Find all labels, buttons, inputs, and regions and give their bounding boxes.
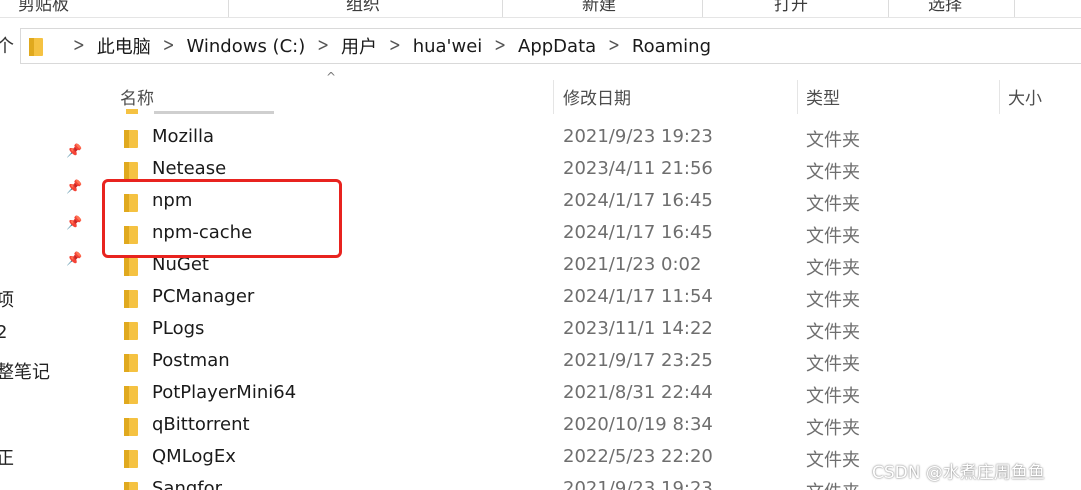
ribbon-divider bbox=[702, 0, 703, 17]
file-row[interactable]: Postman 2021/9/17 23:25 文件夹 bbox=[98, 346, 1081, 378]
arrow-up-icon[interactable]: 个 bbox=[0, 32, 14, 58]
breadcrumb-this-pc[interactable]: 此电脑 bbox=[97, 33, 151, 59]
folder-icon bbox=[124, 386, 138, 408]
nav-item-fragment[interactable]: 项 bbox=[0, 286, 14, 312]
file-type: 文件夹 bbox=[806, 354, 860, 375]
breadcrumb-user[interactable]: hua'wei bbox=[413, 36, 483, 57]
file-name[interactable]: Netease bbox=[152, 158, 226, 179]
file-modified-date: 2021/8/31 22:44 bbox=[563, 382, 713, 403]
folder-icon bbox=[124, 482, 138, 490]
ribbon-divider bbox=[1014, 0, 1015, 17]
chevron-right-icon[interactable]: > bbox=[163, 36, 175, 57]
pin-icon[interactable]: 📌 bbox=[66, 252, 82, 267]
sort-ascending-icon: ^ bbox=[326, 70, 337, 84]
watermark: CSDN @水煮庄周鱼鱼 bbox=[872, 463, 1045, 483]
file-type: 文件夹 bbox=[806, 322, 860, 343]
folder-icon bbox=[124, 290, 138, 312]
folder-icon bbox=[124, 418, 138, 440]
nav-item-fragment[interactable]: 2 bbox=[0, 322, 7, 343]
folder-icon bbox=[29, 38, 43, 60]
pin-icon[interactable]: 📌 bbox=[66, 216, 82, 231]
file-modified-date: 2021/9/23 19:23 bbox=[563, 478, 713, 490]
file-modified-date: 2023/4/11 21:56 bbox=[563, 158, 713, 179]
file-modified-date: 2022/5/23 22:20 bbox=[563, 446, 713, 467]
ribbon-group-select: 选择 bbox=[928, 0, 962, 15]
file-modified-date: 2024/1/17 16:45 bbox=[563, 190, 713, 211]
ribbon-group-new: 新建 bbox=[582, 0, 616, 15]
file-row[interactable]: PCManager 2024/1/17 11:54 文件夹 bbox=[98, 282, 1081, 314]
pin-icon[interactable]: 📌 bbox=[66, 180, 82, 195]
file-name[interactable]: Sangfor bbox=[152, 478, 222, 490]
file-name[interactable]: qBittorrent bbox=[152, 414, 250, 435]
file-type: 文件夹 bbox=[806, 418, 860, 439]
file-modified-date: 2024/1/17 16:45 bbox=[563, 222, 713, 243]
breadcrumb-drive[interactable]: Windows (C:) bbox=[186, 36, 305, 57]
chevron-right-icon[interactable]: > bbox=[73, 36, 85, 57]
breadcrumb-appdata[interactable]: AppData bbox=[518, 36, 596, 57]
file-type: 文件夹 bbox=[806, 450, 860, 471]
pin-icon[interactable]: 📌 bbox=[66, 144, 82, 159]
breadcrumb-users[interactable]: 用户 bbox=[341, 33, 377, 59]
file-name[interactable]: PCManager bbox=[152, 286, 254, 307]
chevron-right-icon[interactable]: > bbox=[494, 36, 506, 57]
file-modified-date: 2021/9/17 23:25 bbox=[563, 350, 713, 371]
file-type: 文件夹 bbox=[806, 162, 860, 183]
file-modified-date: 2021/9/23 19:23 bbox=[563, 126, 713, 147]
file-type: 文件夹 bbox=[806, 386, 860, 407]
file-name[interactable]: Postman bbox=[152, 350, 230, 371]
folder-icon bbox=[124, 450, 138, 472]
nav-item-fragment[interactable]: 正 bbox=[0, 444, 14, 470]
ribbon-group-organize: 组织 bbox=[346, 0, 380, 15]
file-name[interactable]: PotPlayerMini64 bbox=[152, 382, 296, 403]
file-modified-date: 2023/11/1 14:22 bbox=[563, 318, 713, 339]
folder-icon bbox=[124, 354, 138, 376]
file-modified-date: 2021/1/23 0:02 bbox=[563, 254, 702, 275]
file-name[interactable]: PLogs bbox=[152, 318, 204, 339]
column-divider[interactable] bbox=[553, 80, 554, 114]
file-type: 文件夹 bbox=[806, 478, 860, 490]
ribbon-divider bbox=[502, 0, 503, 17]
file-type: 文件夹 bbox=[806, 258, 860, 279]
nav-item-fragment[interactable]: 整笔记 bbox=[0, 358, 50, 384]
ribbon-group-open: 打开 bbox=[774, 0, 808, 15]
column-header-type[interactable]: 类型 bbox=[806, 84, 840, 116]
breadcrumb-roaming[interactable]: Roaming bbox=[632, 36, 711, 57]
file-type: 文件夹 bbox=[806, 194, 860, 215]
ribbon-divider bbox=[228, 0, 229, 17]
file-modified-date: 2020/10/19 8:34 bbox=[563, 414, 713, 435]
column-header-modified[interactable]: 修改日期 bbox=[563, 84, 631, 116]
chevron-right-icon[interactable]: > bbox=[317, 36, 329, 57]
file-modified-date: 2024/1/17 11:54 bbox=[563, 286, 713, 307]
folder-icon bbox=[124, 322, 138, 344]
file-name[interactable]: Mozilla bbox=[152, 126, 214, 147]
file-row[interactable]: PotPlayerMini64 2021/8/31 22:44 文件夹 bbox=[98, 378, 1081, 410]
file-row[interactable]: qBittorrent 2020/10/19 8:34 文件夹 bbox=[98, 410, 1081, 442]
navigation-pane: 📌 📌 📌 📌 项 2 整笔记 正 bbox=[0, 72, 98, 490]
column-divider[interactable] bbox=[797, 80, 798, 114]
address-box[interactable]: > 此电脑 > Windows (C:) > 用户 > hua'wei > Ap… bbox=[20, 28, 1081, 64]
chevron-right-icon[interactable]: > bbox=[608, 36, 620, 57]
file-row[interactable]: PLogs 2023/11/1 14:22 文件夹 bbox=[98, 314, 1081, 346]
address-bar: 个 > 此电脑 > Windows (C:) > 用户 > hua'wei > … bbox=[0, 28, 1081, 64]
file-type: 文件夹 bbox=[806, 226, 860, 247]
file-type: 文件夹 bbox=[806, 130, 860, 151]
file-name[interactable]: QMLogEx bbox=[152, 446, 236, 467]
chevron-right-icon[interactable]: > bbox=[389, 36, 401, 57]
file-row[interactable]: Mozilla 2021/9/23 19:23 文件夹 bbox=[98, 122, 1081, 154]
ribbon-divider bbox=[888, 0, 889, 17]
folder-icon bbox=[124, 130, 138, 152]
file-type: 文件夹 bbox=[806, 290, 860, 311]
partial-row-top bbox=[126, 104, 306, 114]
ribbon-group-clipboard: 剪贴板 bbox=[18, 0, 69, 15]
folder-icon bbox=[124, 258, 138, 280]
column-divider[interactable] bbox=[999, 80, 1000, 114]
annotation-highlight-box bbox=[102, 179, 342, 258]
column-header-size[interactable]: 大小 bbox=[1008, 84, 1042, 116]
ribbon-group-labels: 剪贴板 组织 新建 打开 选择 bbox=[0, 0, 1081, 18]
